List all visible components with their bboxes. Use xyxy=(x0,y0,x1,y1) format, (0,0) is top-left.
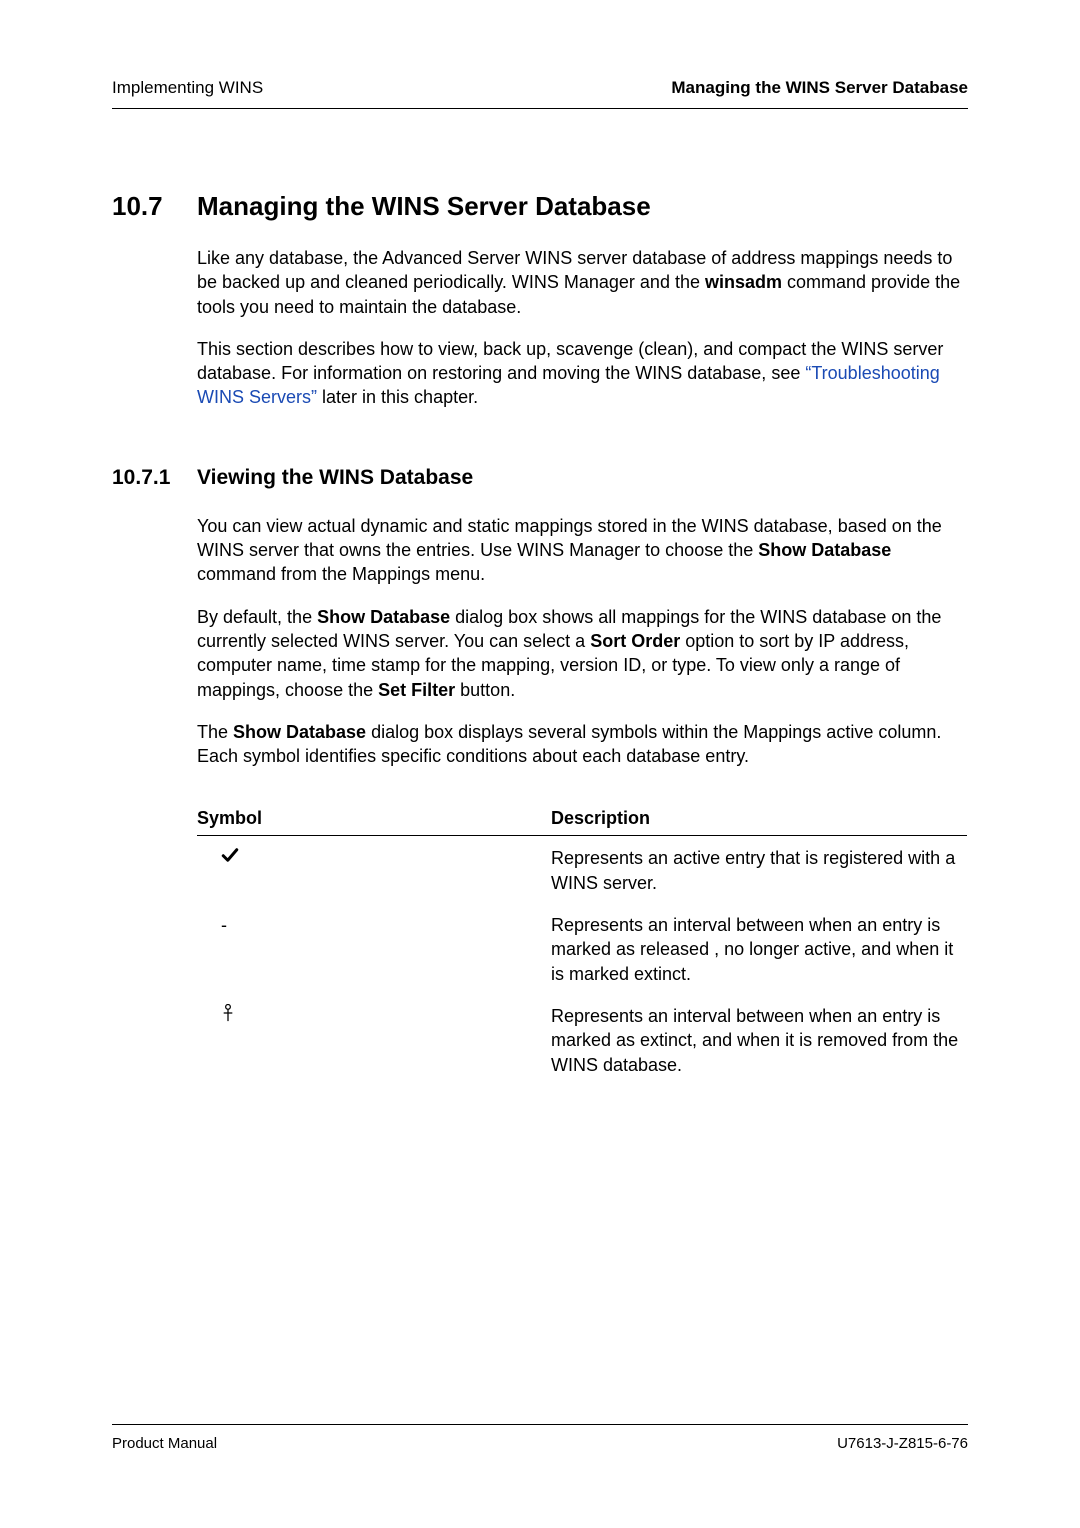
checkmark-icon xyxy=(221,848,239,868)
subsection-p2: By default, the Show Database dialog box… xyxy=(197,605,968,702)
section-heading: 10.7 Managing the WINS Server Database xyxy=(112,191,968,222)
symbol-cell: - xyxy=(197,903,551,994)
text: The xyxy=(197,722,233,742)
description-cell: Represents an interval between when an e… xyxy=(551,903,967,994)
section-p2: This section describes how to view, back… xyxy=(197,337,968,410)
bold-show-database: Show Database xyxy=(233,722,366,742)
bold-winsadm: winsadm xyxy=(705,272,782,292)
bold-show-database: Show Database xyxy=(317,607,450,627)
bold-show-database: Show Database xyxy=(758,540,891,560)
description-cell: Represents an active entry that is regis… xyxy=(551,836,967,903)
text: command from the Mappings menu. xyxy=(197,564,485,584)
subsection-title: Viewing the WINS Database xyxy=(197,466,473,490)
subsection-p3: The Show Database dialog box displays se… xyxy=(197,720,968,769)
section-number: 10.7 xyxy=(112,191,197,222)
table-row: - Represents an interval between when an… xyxy=(197,903,967,994)
footer-right: U7613-J-Z815-6-76 xyxy=(837,1435,968,1452)
text: By default, the xyxy=(197,607,317,627)
text: button. xyxy=(455,680,515,700)
column-header-symbol: Symbol xyxy=(197,802,551,836)
symbols-table: Symbol Description Represents an active … xyxy=(197,802,967,1084)
footer-left: Product Manual xyxy=(112,1435,217,1452)
header-left: Implementing WINS xyxy=(112,78,263,98)
section-body: Like any database, the Advanced Server W… xyxy=(197,246,968,410)
subsection-body: You can view actual dynamic and static m… xyxy=(197,514,968,769)
section-p1: Like any database, the Advanced Server W… xyxy=(197,246,968,319)
section-title: Managing the WINS Server Database xyxy=(197,191,651,222)
description-cell: Represents an interval between when an e… xyxy=(551,994,967,1085)
page-footer: Product Manual U7613-J-Z815-6-76 xyxy=(112,1424,968,1452)
dash-icon: - xyxy=(221,915,227,935)
table-row: Represents an active entry that is regis… xyxy=(197,836,967,903)
table-row: Represents an interval between when an e… xyxy=(197,994,967,1085)
running-header: Implementing WINS Managing the WINS Serv… xyxy=(112,78,968,109)
subsection-number: 10.7.1 xyxy=(112,466,197,490)
subsection-p1: You can view actual dynamic and static m… xyxy=(197,514,968,587)
symbol-cell xyxy=(197,994,551,1085)
symbol-cell xyxy=(197,836,551,903)
bold-set-filter: Set Filter xyxy=(378,680,455,700)
column-header-description: Description xyxy=(551,802,967,836)
bold-sort-order: Sort Order xyxy=(590,631,680,651)
tombstone-icon xyxy=(221,1006,235,1026)
header-right: Managing the WINS Server Database xyxy=(671,78,968,98)
text: later in this chapter. xyxy=(317,387,478,407)
subsection-heading: 10.7.1 Viewing the WINS Database xyxy=(112,466,968,490)
table-header-row: Symbol Description xyxy=(197,802,967,836)
